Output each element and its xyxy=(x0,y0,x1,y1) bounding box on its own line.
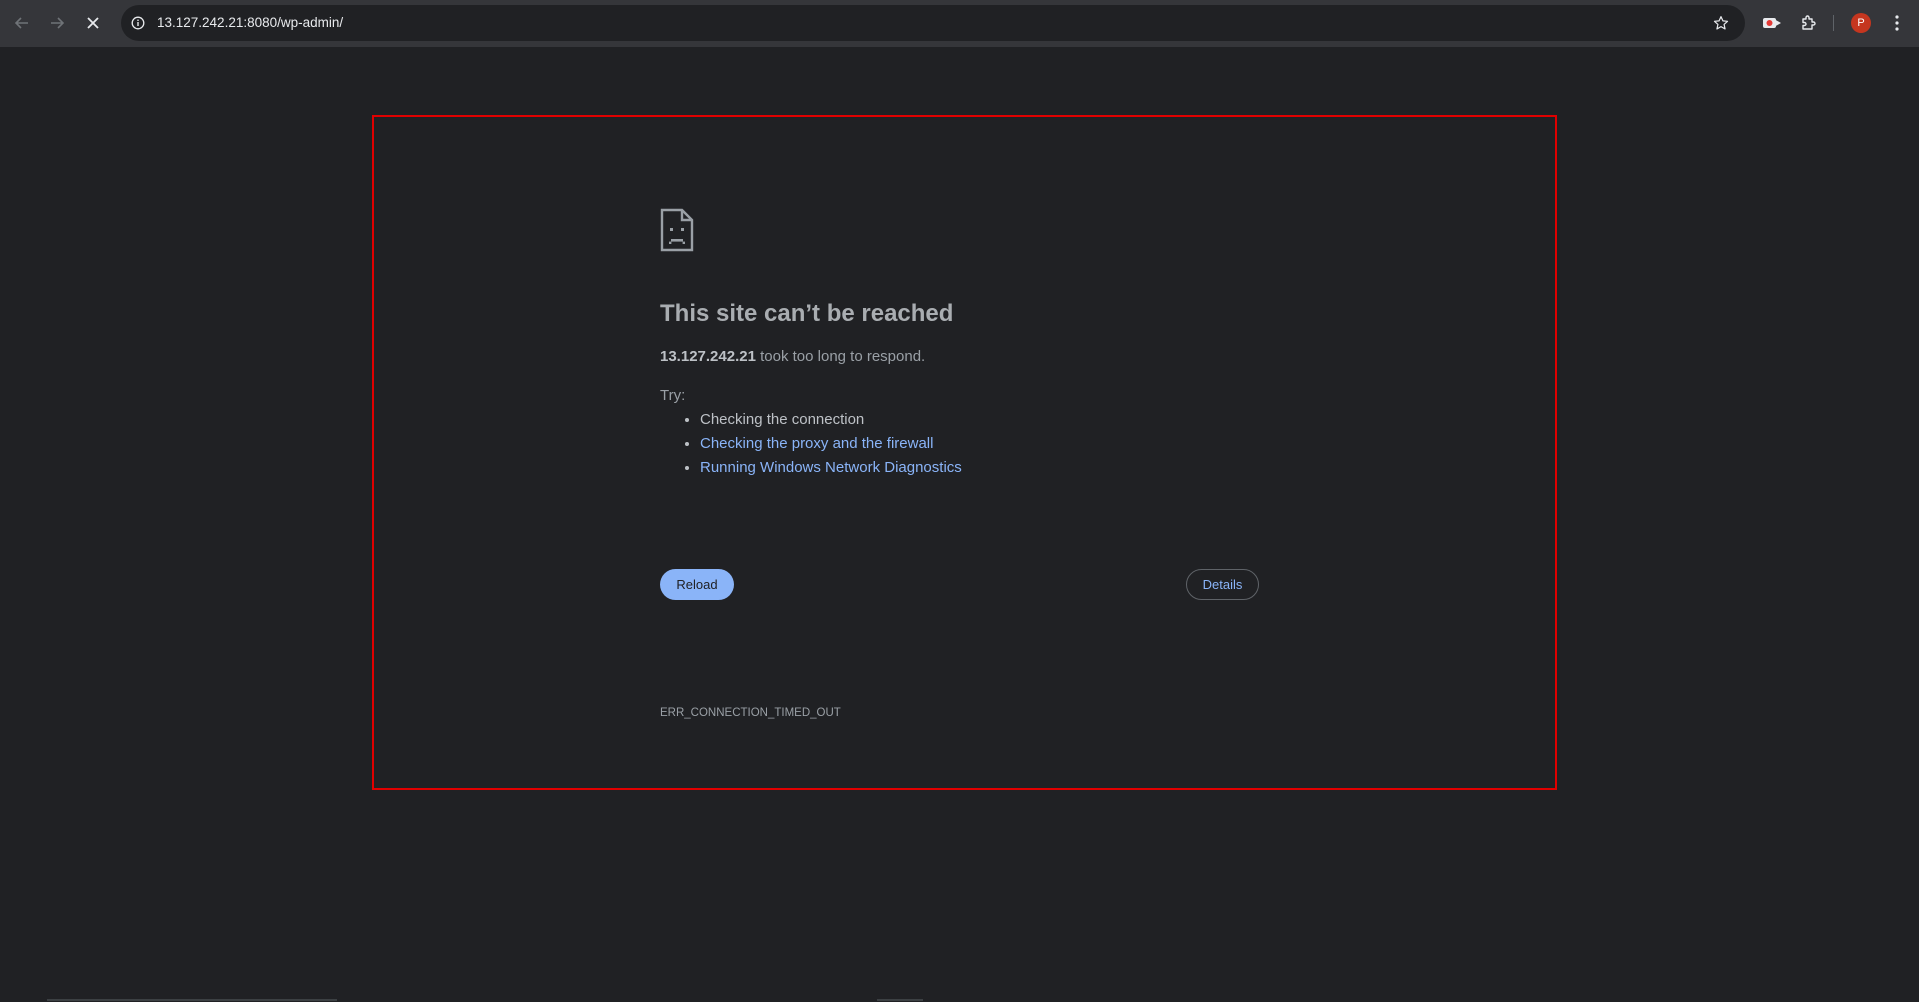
stop-loading-button[interactable] xyxy=(79,9,107,37)
list-item: Checking the proxy and the firewall xyxy=(700,432,962,456)
error-message: took too long to respond. xyxy=(755,348,926,365)
bookmark-star-icon[interactable] xyxy=(1711,13,1731,33)
more-vertical-icon xyxy=(1895,15,1899,31)
back-button[interactable] xyxy=(8,9,36,37)
extension-button[interactable] xyxy=(1758,9,1786,37)
error-title: This site can’t be reached xyxy=(660,300,954,327)
forward-button[interactable] xyxy=(43,9,71,37)
suggestion-link-proxy-firewall[interactable]: Checking the proxy and the firewall xyxy=(700,435,933,452)
extensions-menu-button[interactable] xyxy=(1795,9,1823,37)
bottom-scroll-indicator xyxy=(877,999,923,1001)
back-arrow-icon xyxy=(14,17,28,29)
list-item: Running Windows Network Diagnostics xyxy=(700,456,962,480)
error-host: 13.127.242.21 xyxy=(660,348,756,365)
reload-button[interactable]: Reload xyxy=(660,569,734,600)
forward-arrow-icon xyxy=(51,17,65,29)
suggestions-list: Checking the connection Checking the pro… xyxy=(660,408,962,480)
site-info-icon[interactable] xyxy=(129,14,147,32)
profile-button[interactable]: P xyxy=(1847,9,1875,37)
extension-record-icon xyxy=(1763,18,1781,28)
close-icon xyxy=(87,17,99,29)
address-bar[interactable]: 13.127.242.21:8080/wp-admin/ xyxy=(121,5,1745,41)
puzzle-piece-icon xyxy=(1802,15,1816,30)
sad-page-icon xyxy=(660,208,694,252)
error-code: ERR_CONNECTION_TIMED_OUT xyxy=(660,707,841,719)
toolbar-separator xyxy=(1833,15,1834,31)
details-button[interactable]: Details xyxy=(1186,569,1259,600)
browser-menu-button[interactable] xyxy=(1883,9,1911,37)
error-description: 13.127.242.21 took too long to respond. xyxy=(660,348,925,365)
browser-toolbar: 13.127.242.21:8080/wp-admin/ P xyxy=(0,0,1919,47)
bottom-scroll-indicator xyxy=(47,999,337,1001)
try-label: Try: xyxy=(660,387,686,404)
avatar: P xyxy=(1851,13,1871,33)
highlight-box xyxy=(372,115,1557,790)
suggestion-check-connection: Checking the connection xyxy=(700,411,865,428)
list-item: Checking the connection xyxy=(700,408,962,432)
url-text[interactable]: 13.127.242.21:8080/wp-admin/ xyxy=(157,14,343,32)
suggestion-link-network-diagnostics[interactable]: Running Windows Network Diagnostics xyxy=(700,459,962,476)
